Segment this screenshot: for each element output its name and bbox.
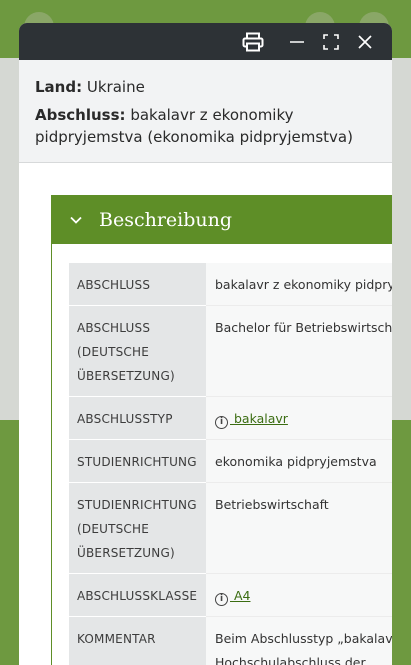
comment-line: Beim Abschlusstyp „bakalavr“ handelt es … [215,631,392,646]
info-icon: i [215,416,228,429]
row-value: ekonomika pidpryjemstva [206,439,392,483]
description-table: ABSCHLUSS bakalavr z ekonomiky pidpryjem… [69,263,392,665]
row-key: ABSCHLUSSKLASSE [69,573,206,617]
row-value: bakalavr z ekonomiky pidpryjemstva [206,263,392,306]
detail-modal: Land: Ukraine Abschluss: bakalavr z ekon… [19,23,392,665]
row-value-cell: Beim Abschlusstyp „bakalavr“ handelt es … [206,616,392,665]
description-panel: Beschreibung ABSCHLUSS bakalavr z ekonom… [51,195,392,665]
row-key: ABSCHLUSS (DEUTSCHE ÜBERSETZUNG) [69,305,206,397]
table-row: STUDIENRICHTUNG (DEUTSCHE ÜBERSETZUNG) B… [69,482,392,574]
row-value: Bachelor für Betriebswirtschaft [206,305,392,397]
row-key: KOMMENTAR [69,616,206,665]
comment-line: Hochschulabschluss der [215,655,366,665]
row-key: ABSCHLUSS [69,263,206,306]
printer-icon [242,32,264,51]
close-icon [358,34,372,49]
description-table-wrap: ABSCHLUSS bakalavr z ekonomiky pidpryjem… [52,244,392,665]
row-value-cell: i A4 [206,573,392,617]
modal-content: Beschreibung ABSCHLUSS bakalavr z ekonom… [19,163,392,665]
chevron-down-icon [70,216,82,224]
minimize-icon [290,40,304,43]
panel-title: Beschreibung [99,209,233,231]
row-key: ABSCHLUSSTYP [69,396,206,440]
country-label: Land: [35,78,83,96]
row-key: STUDIENRICHTUNG [69,439,206,483]
row-key: STUDIENRICHTUNG (DEUTSCHE ÜBERSETZUNG) [69,482,206,574]
print-button[interactable] [236,27,270,57]
fullscreen-icon [323,33,339,50]
minimize-button[interactable] [280,27,314,57]
row-value: Betriebswirtschaft [206,482,392,574]
close-button[interactable] [348,27,382,57]
table-row: STUDIENRICHTUNG ekonomika pidpryjemstva [69,439,392,483]
modal-toolbar [19,23,392,60]
description-panel-header[interactable]: Beschreibung [52,196,392,244]
degree-class-link[interactable]: A4 [230,588,251,603]
degree-line: Abschluss: bakalavr z ekonomiky pidpryje… [35,104,376,148]
degree-label: Abschluss: [35,106,126,124]
country-line: Land: Ukraine [35,76,376,98]
degree-type-link[interactable]: bakalavr [230,411,288,426]
degree-summary: Land: Ukraine Abschluss: bakalavr z ekon… [19,60,392,163]
table-row: ABSCHLUSS bakalavr z ekonomiky pidpryjem… [69,263,392,306]
table-row: KOMMENTAR Beim Abschlusstyp „bakalavr“ h… [69,616,392,665]
info-icon: i [215,593,228,606]
row-value-cell: i bakalavr [206,396,392,440]
table-row: ABSCHLUSS (DEUTSCHE ÜBERSETZUNG) Bachelo… [69,305,392,397]
fullscreen-button[interactable] [314,27,348,57]
country-value: Ukraine [86,78,145,96]
table-row: ABSCHLUSSKLASSE i A4 [69,573,392,617]
table-row: ABSCHLUSSTYP i bakalavr [69,396,392,440]
